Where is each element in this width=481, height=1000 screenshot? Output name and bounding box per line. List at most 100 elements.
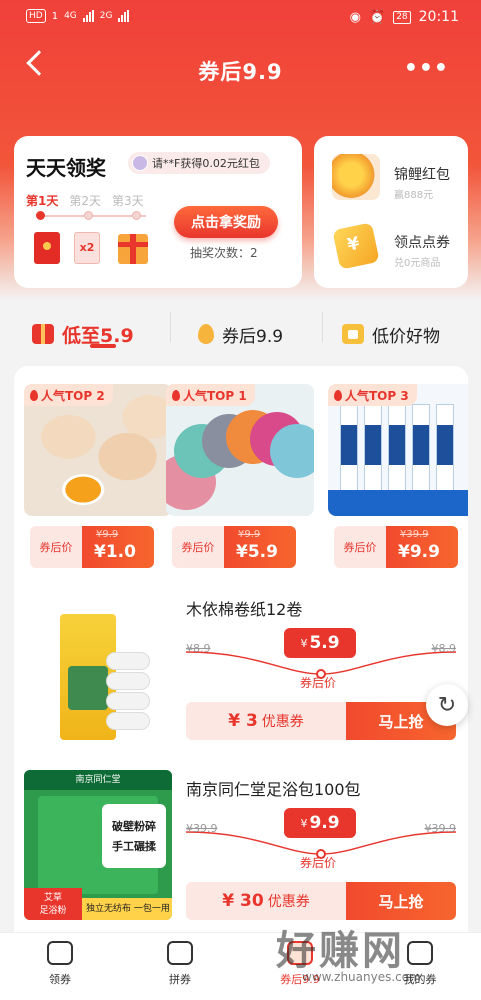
wallet-icon bbox=[407, 941, 433, 965]
refresh-icon[interactable]: ↻ bbox=[426, 684, 468, 726]
coupon-amount: ¥ 30 bbox=[222, 891, 264, 911]
original-price-right: ¥39.9 bbox=[424, 822, 457, 835]
gift-box-icon bbox=[118, 234, 148, 264]
red-envelope-icon bbox=[34, 232, 60, 264]
after-coupon-label: 券后价 bbox=[172, 526, 224, 568]
coupon-icon bbox=[47, 941, 73, 965]
original-price: ¥39.9 bbox=[400, 529, 429, 540]
koi-subtitle: 赢888元 bbox=[394, 190, 434, 201]
price-strip: 券后价 ¥39.9 ¥9.9 bbox=[334, 526, 458, 568]
price-value: 9.9 bbox=[309, 813, 340, 833]
badge-line-1: 艾草 bbox=[43, 893, 62, 903]
points-coupon-entry[interactable]: 领点点券 兑0元商品 bbox=[326, 218, 460, 278]
label-line-1: 破壁粉碎 bbox=[112, 820, 156, 833]
status-bar: HD 1 4G 2G ◉ ⏰ 28 20:11 bbox=[0, 0, 481, 34]
lottery-title: 天天领奖 bbox=[26, 156, 106, 180]
nav-after-coupon-9-9[interactable]: 券后9.9 bbox=[260, 941, 340, 987]
battery-icon: 28 bbox=[393, 10, 411, 24]
coupon-ticket-icon bbox=[332, 222, 380, 270]
price-box: ¥39.9 ¥9.9 bbox=[386, 526, 458, 568]
price-strip: 券后价 ¥9.9 ¥5.9 bbox=[172, 526, 296, 568]
label-line-2: 手工碾揉 bbox=[112, 840, 156, 853]
original-price: ¥9.9 bbox=[238, 529, 261, 540]
top-item-card[interactable]: 人气TOP 3 券后价 ¥39.9 ¥9.9 bbox=[328, 384, 468, 570]
current-price: ¥1.0 bbox=[94, 542, 136, 562]
koi-red-packet-entry[interactable]: 锦鲤红包 赢888元 bbox=[326, 150, 460, 210]
current-price: ¥9.9 bbox=[398, 542, 440, 562]
tab-low-5-9[interactable]: 低至5.9 bbox=[32, 314, 134, 354]
coupon-value: ¥ 3 优惠券 bbox=[186, 702, 346, 740]
after-coupon-label: 券后价 bbox=[300, 676, 337, 690]
double-reward-icon: x2 bbox=[74, 232, 100, 264]
nav-group-coupons[interactable]: 拼券 bbox=[140, 941, 220, 987]
winner-text: 请**F获得0.02元红包 bbox=[152, 157, 260, 170]
coupon-text: 优惠券 bbox=[261, 714, 304, 730]
category-tabs: 低至5.9 券后9.9 低价好物 bbox=[0, 300, 481, 362]
roll bbox=[106, 692, 150, 710]
day-1-dot bbox=[36, 211, 45, 220]
clock: 20:11 bbox=[418, 9, 459, 25]
more-icon[interactable]: ••• bbox=[404, 56, 449, 81]
points-subtitle: 兑0元商品 bbox=[394, 258, 441, 269]
roll bbox=[106, 652, 150, 670]
group-coupon-icon bbox=[167, 941, 193, 965]
tab-divider bbox=[322, 312, 323, 342]
price-box: ¥9.9 ¥5.9 bbox=[224, 526, 296, 568]
points-title: 领点点券 bbox=[394, 235, 450, 251]
badge: 艾草 足浴粉 bbox=[24, 888, 82, 920]
koi-icon bbox=[332, 154, 380, 200]
flame-icon bbox=[30, 389, 38, 401]
signal-icon bbox=[82, 10, 94, 22]
label-panel: 破壁粉碎 手工碾揉 bbox=[102, 804, 166, 868]
tab-label: 低价好物 bbox=[372, 326, 440, 347]
product-panel: 人气TOP 2 券后价 ¥9.9 ¥1.0 人气TOP 1 券后价 ¥9.9 ¥… bbox=[14, 366, 468, 932]
gift-icon bbox=[32, 324, 54, 344]
top-item-card[interactable]: 人气TOP 1 券后价 ¥9.9 ¥5.9 bbox=[166, 384, 314, 570]
tab-divider bbox=[170, 312, 171, 342]
original-price-left: ¥8.9 bbox=[186, 642, 211, 655]
active-tab-underline bbox=[90, 344, 116, 348]
top-badge: 人气TOP 3 bbox=[328, 384, 417, 406]
coupon-bar: ¥ 30 优惠券 马上抢 bbox=[186, 882, 456, 920]
current-price: ¥5.9 bbox=[236, 542, 278, 562]
after-coupon-label: 券后价 bbox=[300, 856, 337, 870]
signal-icon-2 bbox=[118, 10, 130, 22]
after-coupon-label: 券后价 bbox=[334, 526, 386, 568]
coupon-amount: ¥ 3 bbox=[228, 711, 258, 731]
top-badge: 人气TOP 1 bbox=[166, 384, 255, 406]
product-name: 南京同仁堂足浴包100包 bbox=[186, 780, 361, 799]
koi-title: 锦鲤红包 bbox=[394, 167, 450, 183]
tab-after-coupon-9-9[interactable]: 券后9.9 bbox=[198, 314, 283, 354]
shopping-bag-icon bbox=[342, 324, 364, 344]
nav-label: 我的券 bbox=[403, 973, 437, 986]
nav-label: 拼券 bbox=[169, 973, 191, 986]
top-badge-text: 人气TOP 3 bbox=[345, 388, 409, 403]
after-coupon-price: ¥9.9 bbox=[284, 808, 356, 838]
roll bbox=[106, 672, 150, 690]
roll bbox=[106, 712, 150, 730]
original-price-left: ¥39.9 bbox=[186, 822, 218, 835]
toilet-paper-image bbox=[24, 590, 172, 740]
price-value: 5.9 bbox=[309, 633, 340, 653]
top-item-card[interactable]: 人气TOP 2 券后价 ¥9.9 ¥1.0 bbox=[24, 384, 172, 570]
claim-reward-button[interactable]: 点击拿奖励 bbox=[174, 206, 278, 238]
day-2-label: 第2天 bbox=[69, 194, 101, 208]
day-progress: 第1天 第2天 第3天 bbox=[26, 192, 144, 209]
daily-lottery-card: 天天领奖 请**F获得0.02元红包 第1天 第2天 第3天 x2 点击拿奖励 … bbox=[14, 136, 302, 288]
flame-icon bbox=[172, 389, 180, 401]
nav-label: 领券 bbox=[49, 973, 71, 986]
after-coupon-price: ¥5.9 bbox=[284, 628, 356, 658]
price-box: ¥9.9 ¥1.0 bbox=[82, 526, 154, 568]
original-price-right: ¥8.9 bbox=[431, 642, 457, 655]
product-card[interactable]: 南京同仁堂 破壁粉碎 手工碾揉 独立无纺布 一包一用 艾草 足浴粉 南京同仁堂足… bbox=[14, 770, 468, 932]
product-name: 木依棉卷纸12卷 bbox=[186, 600, 303, 619]
nav-my-coupons[interactable]: 我的券 bbox=[380, 941, 460, 987]
flame-icon bbox=[198, 324, 214, 344]
price-tag-icon bbox=[287, 941, 313, 965]
tab-cheap-goods[interactable]: 低价好物 bbox=[342, 314, 440, 354]
nav-get-coupons[interactable]: 领券 bbox=[20, 941, 100, 987]
grab-button[interactable]: 马上抢 bbox=[346, 882, 456, 920]
top-badge: 人气TOP 2 bbox=[24, 384, 113, 406]
product-card[interactable]: 木依棉卷纸12卷 ¥8.9 ¥8.9 ¥5.9 券后价 ¥ 3 优惠券 马上抢 bbox=[14, 590, 468, 756]
brand-tag: 南京同仁堂 bbox=[24, 770, 172, 790]
